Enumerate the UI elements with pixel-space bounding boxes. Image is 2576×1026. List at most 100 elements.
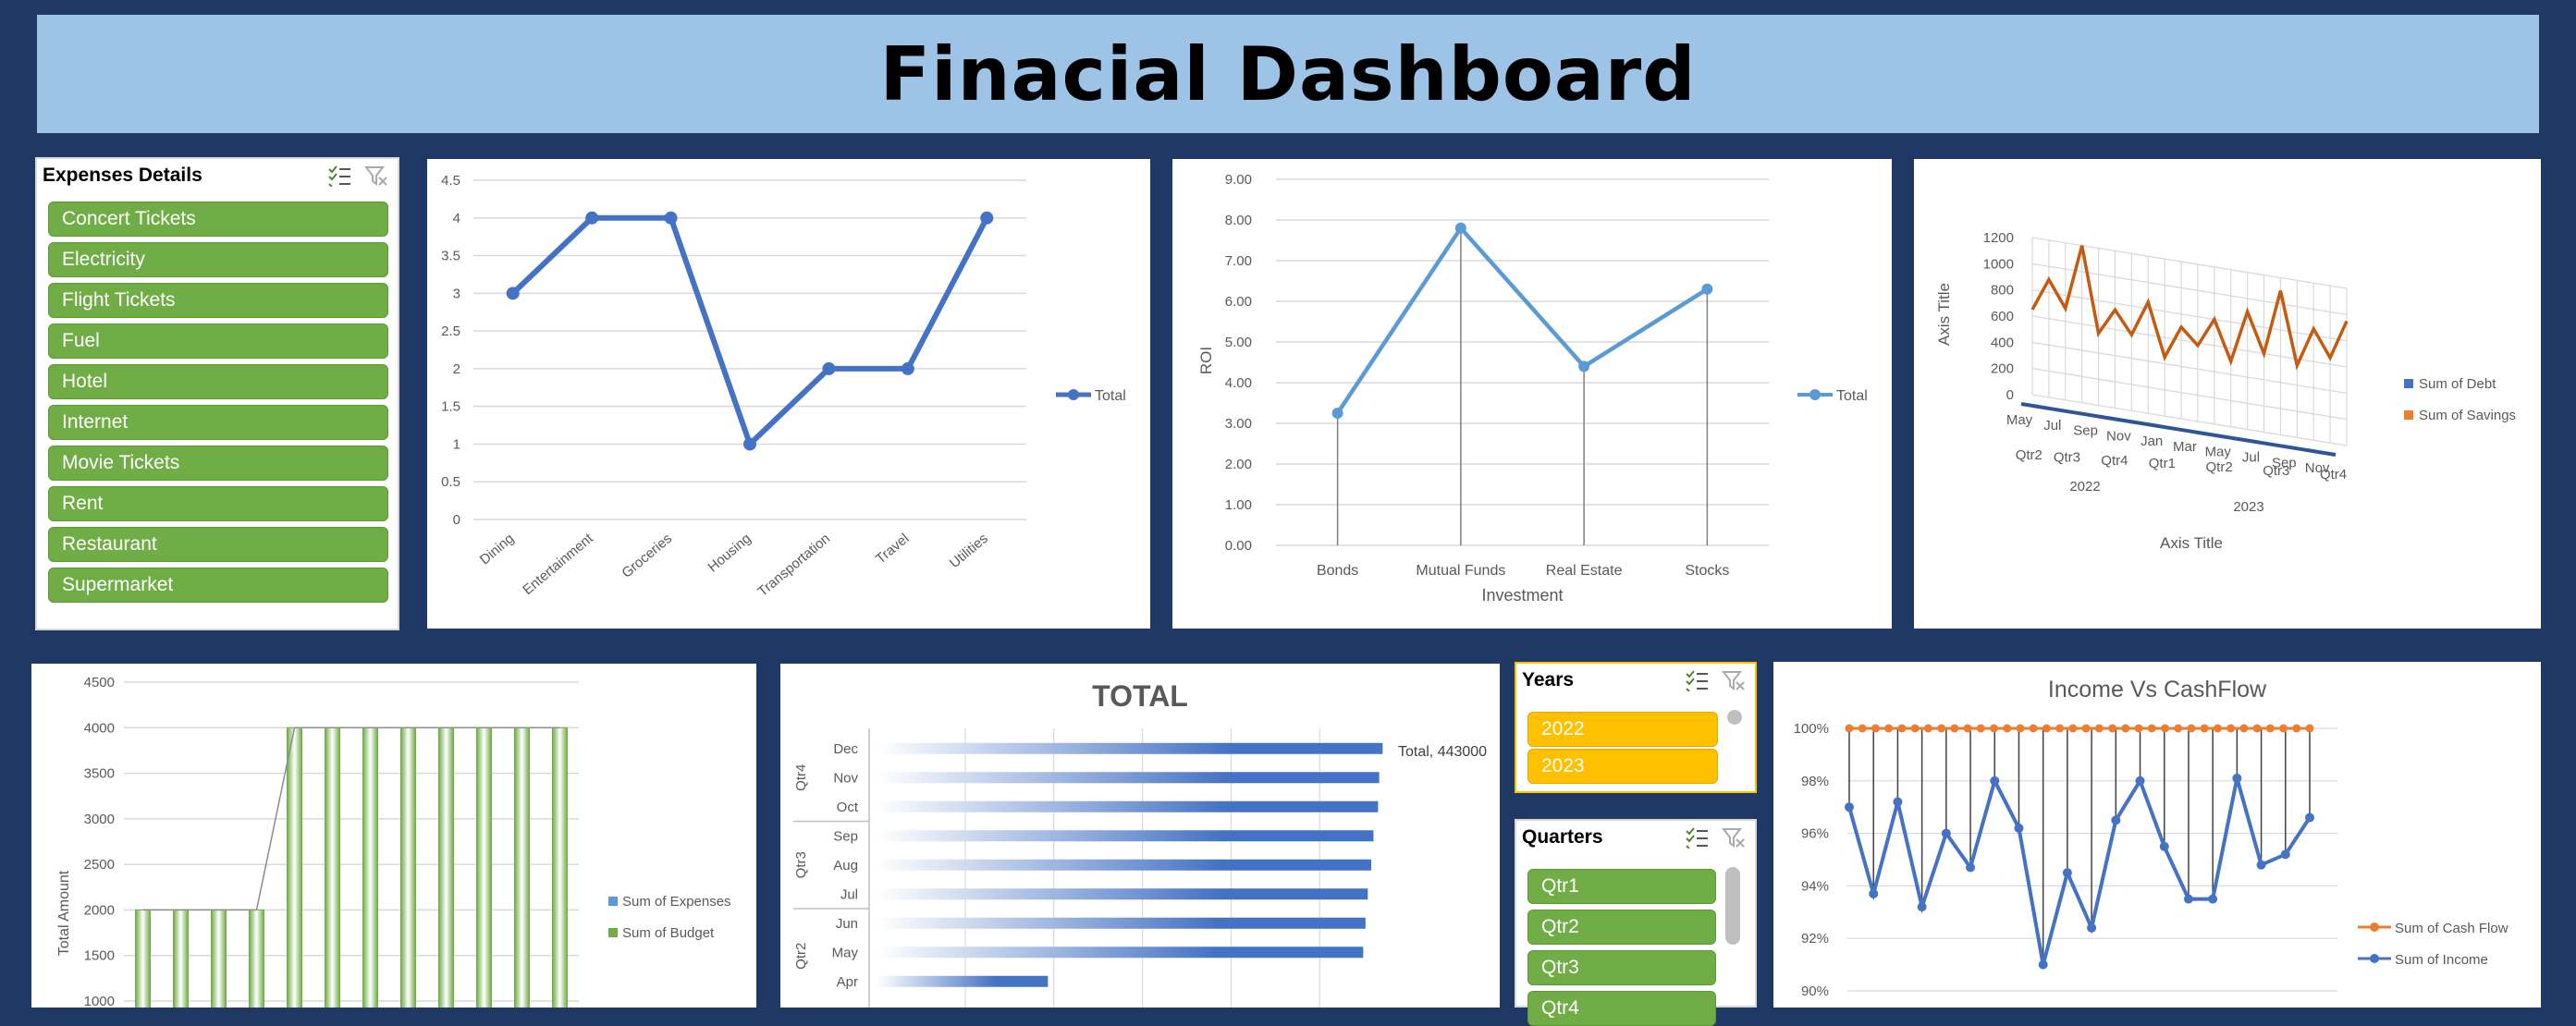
slicer-item-2023[interactable]: 2023 — [1527, 749, 1718, 784]
quarter-label: Qtr4 — [2320, 467, 2347, 482]
multi-select-icon[interactable] — [327, 165, 351, 187]
data-point — [1884, 724, 1894, 733]
slicer-item-concert-tickets[interactable]: Concert Tickets — [48, 202, 388, 237]
bar-total — [877, 772, 1380, 784]
x-tick-label: Nov — [2106, 428, 2131, 444]
legend-label-total: Total — [1095, 388, 1126, 404]
y-tick-label: 2.00 — [1225, 457, 1252, 472]
data-point — [1937, 724, 1946, 733]
legend-marker-income — [2370, 954, 2379, 963]
data-point — [2213, 724, 2222, 733]
year-label: 2023 — [2233, 499, 2263, 515]
gridline — [2031, 237, 2348, 289]
y-tick-label: 98% — [1801, 774, 1829, 789]
x-tick-label: Utilities — [947, 531, 991, 571]
slicer-item-internet[interactable]: Internet — [48, 405, 388, 440]
bar-total — [877, 742, 1383, 754]
slicer-item-electricity[interactable]: Electricity — [48, 242, 388, 277]
data-point — [1963, 724, 1972, 733]
y-tick-label: 92% — [1801, 931, 1829, 947]
slicer-item-qtr4[interactable]: Qtr4 — [1527, 991, 1716, 1026]
slicer-item-supermarket[interactable]: Supermarket — [48, 568, 388, 603]
y-tick-label: May — [832, 945, 859, 960]
legend-label-cashflow: Sum of Cash Flow — [2395, 921, 2509, 936]
years-slicer-title: Years — [1522, 669, 1575, 690]
years-slicer: Years 2022 2023 — [1515, 662, 1757, 793]
data-point — [2003, 724, 2012, 733]
y-tick-label: 3 — [453, 286, 460, 301]
data-point — [1990, 724, 1999, 733]
slicer-item-fuel[interactable]: Fuel — [48, 324, 388, 359]
legend-label-debt: Sum of Debt — [2419, 376, 2496, 392]
data-point — [2200, 724, 2209, 733]
y-tick-label: 2.5 — [441, 324, 460, 339]
data-point — [1976, 724, 1985, 733]
data-point — [2187, 724, 2196, 733]
data-point — [1331, 408, 1343, 419]
y-tick-label: Aug — [833, 858, 858, 873]
y-tick-label: Jul — [840, 886, 858, 902]
y-tick-label: Jun — [836, 916, 858, 932]
data-point — [1869, 888, 1879, 898]
slicer-item-2022[interactable]: 2022 — [1527, 712, 1718, 747]
slicer-item-hotel[interactable]: Hotel — [48, 364, 388, 399]
x-tick-label: Bonds — [1317, 563, 1358, 579]
debt-savings-chart: 0 200 400 600 800 1000 1200 May Jul Sep Nov Jan Mar M… — [1914, 159, 2541, 629]
slicer-item-restaurant[interactable]: Restaurant — [48, 527, 388, 562]
legend-marker-cashflow — [2370, 922, 2379, 932]
chart-title: Income Vs CashFlow — [2048, 677, 2267, 702]
data-point — [1941, 828, 1951, 838]
y-tick-label: 800 — [1991, 283, 2014, 299]
y-tick-label: 1200 — [1983, 230, 2014, 246]
y-tick-label: 1000 — [1983, 256, 2014, 272]
legend-marker-total — [1068, 389, 1079, 400]
y-tick-label: 600 — [1991, 309, 2014, 324]
y-tick-label: 4 — [453, 211, 460, 226]
data-point — [1917, 902, 1927, 912]
quarter-label: Qtr4 — [2101, 453, 2128, 469]
data-point — [1923, 724, 1932, 733]
gridline — [2031, 341, 2348, 394]
x-tick-label: Stocks — [1685, 563, 1729, 579]
slicer-item-rent[interactable]: Rent — [48, 486, 388, 521]
data-point — [2029, 724, 2038, 733]
multi-select-icon[interactable] — [1685, 669, 1709, 691]
x-tick-label: Dining — [477, 531, 518, 568]
slicer-scrollbar[interactable] — [1725, 867, 1740, 945]
x-tick-label: Travel — [873, 531, 912, 567]
slicer-item-qtr2[interactable]: Qtr2 — [1527, 910, 1716, 945]
y-tick-label: 2 — [453, 361, 460, 377]
slicer-item-qtr1[interactable]: Qtr1 — [1527, 869, 1716, 904]
x-tick-label: Groceries — [619, 531, 675, 581]
dashboard-title-bar: Finacial Dashboard — [37, 15, 2539, 133]
series-line-total — [1335, 225, 1709, 415]
data-point — [2147, 724, 2156, 733]
y-tick-label: Oct — [837, 800, 859, 815]
bar-total — [877, 830, 1374, 842]
bar-budget — [249, 909, 264, 1011]
clear-filter-icon[interactable] — [1722, 826, 1746, 849]
slicer-scrollbar[interactable] — [1727, 710, 1742, 725]
data-point — [1578, 360, 1590, 373]
data-point — [2055, 724, 2065, 733]
y-tick-label: Dec — [833, 741, 858, 757]
data-point — [1845, 802, 1854, 812]
clear-filter-icon[interactable] — [1722, 669, 1746, 691]
data-point — [2160, 724, 2169, 733]
x-tick-label: Mutual Funds — [1416, 563, 1505, 579]
expenses-slicer: Expenses Details Concert Tickets Electric… — [35, 157, 399, 630]
multi-select-icon[interactable] — [1685, 826, 1709, 849]
y-tick-label: 96% — [1801, 826, 1829, 842]
income-cashflow-chart: Income Vs CashFlow 90% 92% 94% 96% 98% 100% Sum… — [1773, 662, 2541, 1008]
slicer-item-qtr3[interactable]: Qtr3 — [1527, 950, 1716, 985]
bar-total — [877, 975, 1049, 987]
clear-filter-icon[interactable] — [364, 165, 388, 187]
year-label: 2022 — [2069, 479, 2100, 495]
data-point — [1897, 724, 1907, 733]
data-point — [585, 211, 599, 225]
slicer-item-movie-tickets[interactable]: Movie Tickets — [48, 446, 388, 481]
slicer-item-flight-tickets[interactable]: Flight Tickets — [48, 283, 388, 318]
legend-label-budget: Sum of Budget — [622, 925, 715, 941]
data-point — [2094, 724, 2104, 733]
legend-marker-debt — [2404, 379, 2413, 388]
